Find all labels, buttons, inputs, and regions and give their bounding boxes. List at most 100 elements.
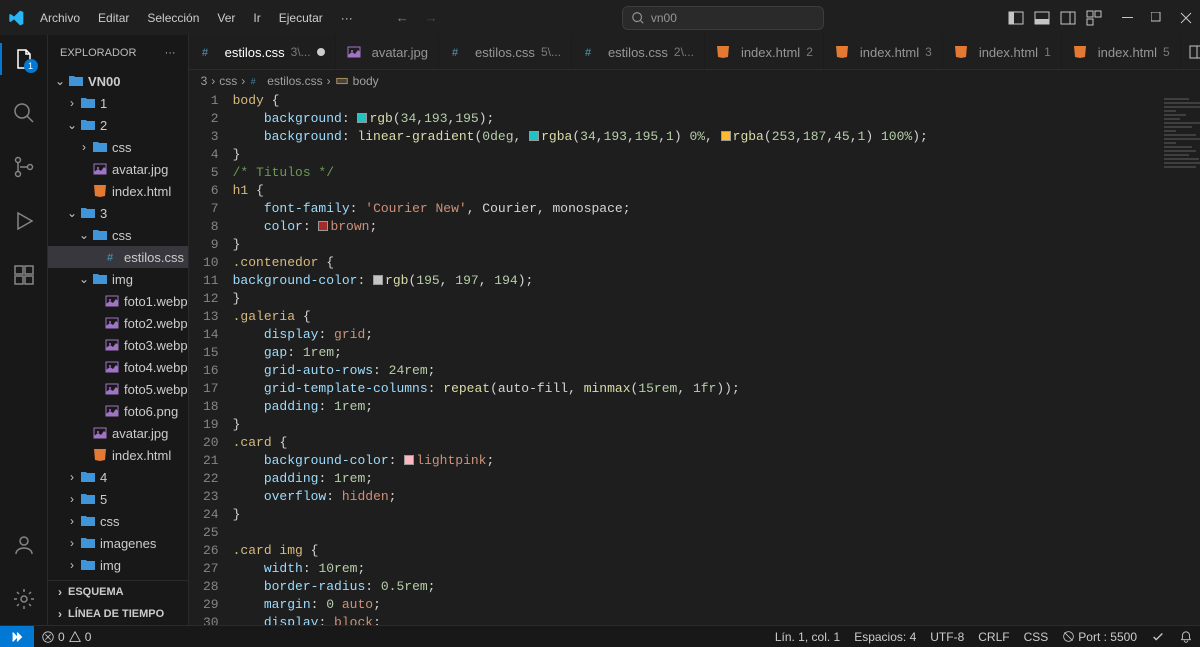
editor-tab[interactable]: #estilos.css5\... [439,35,572,69]
activity-accounts[interactable] [0,529,48,561]
tree-folder[interactable]: ›css [48,136,188,158]
css-icon: # [104,249,120,265]
editor-tab[interactable]: index.html2 [705,35,824,69]
tree-label: foto2.webp [124,316,188,331]
layout-sidebar-right-icon[interactable] [1060,10,1076,26]
tree-folder[interactable]: ⌄css [48,224,188,246]
tree-folder[interactable]: ›4 [48,466,188,488]
chevron-icon: › [64,492,80,506]
code-content[interactable]: body { background: rgb(34,193,195); back… [233,92,1200,625]
tree-label: imagenes [100,536,156,551]
status-language[interactable]: CSS [1017,626,1056,647]
tree-folder[interactable]: ›imagenes [48,532,188,554]
editor-tab[interactable]: #estilos.css2\... [572,35,705,69]
tree-file[interactable]: foto4.webp [48,356,188,378]
status-eol[interactable]: CRLF [971,626,1016,647]
tree-folder[interactable]: ⌄3 [48,202,188,224]
close-icon[interactable] [1180,12,1192,24]
html-icon [834,44,850,60]
split-editor-icon[interactable] [1189,44,1200,60]
tree-folder[interactable]: ›img [48,554,188,576]
status-notifications[interactable] [1172,626,1200,647]
outline-section[interactable]: ›ESQUEMA [48,581,188,603]
tree-file[interactable]: #estilos.css [48,246,188,268]
remote-button[interactable] [0,626,34,647]
tree-file[interactable]: foto5.webp [48,378,188,400]
activity-settings[interactable] [0,583,48,615]
editor-tab[interactable]: #estilos.css3\... [189,35,336,69]
nav-back-icon[interactable]: ← [396,10,409,25]
editor-tab[interactable]: index.html3 [824,35,943,69]
svg-text:#: # [585,47,592,59]
tree-label: img [112,272,133,287]
menu-item[interactable]: Ejecutar [271,7,331,29]
customize-layout-icon[interactable] [1086,10,1102,26]
activity-extensions[interactable] [0,259,48,291]
layout-panel-icon[interactable] [1034,10,1050,26]
chevron-icon: ⌄ [52,74,68,88]
tree-label: css [112,140,132,155]
tree-file[interactable]: foto3.webp [48,334,188,356]
warning-icon [68,630,82,644]
svg-text:#: # [452,47,459,59]
file-tree: ⌄VN00›1⌄2›cssavatar.jpgindex.html⌄3⌄css#… [48,70,188,580]
symbol-icon [335,74,349,88]
tree-label: css [112,228,132,243]
folder-icon [80,117,96,133]
folder-icon [80,491,96,507]
outline-section[interactable]: ›LÍNEA DE TIEMPO [48,603,188,625]
maximize-icon[interactable] [1151,12,1162,23]
tree-file[interactable]: foto6.png [48,400,188,422]
status-live-server[interactable]: Port : 5500 [1055,626,1144,647]
tree-folder[interactable]: ⌄img [48,268,188,290]
menu-item[interactable]: Editar [90,7,137,29]
tree-file[interactable]: avatar.jpg [48,158,188,180]
css-icon: # [199,44,215,60]
tree-file[interactable]: foto2.webp [48,312,188,334]
breadcrumb[interactable]: 3› css› # estilos.css› body [189,70,1200,92]
editor-tab[interactable]: index.html5 [1062,35,1181,69]
menu-item[interactable]: Archivo [32,7,88,29]
minimize-icon[interactable] [1122,12,1133,23]
tree-folder[interactable]: ⌄VN00 [48,70,188,92]
status-indentation[interactable]: Espacios: 4 [847,626,923,647]
menu-item[interactable]: ··· [333,7,361,29]
status-encoding[interactable]: UTF-8 [923,626,971,647]
nav-forward-icon[interactable]: → [425,10,438,25]
html-icon [953,44,969,60]
tree-file[interactable]: index.html [48,180,188,202]
activity-explorer[interactable]: 1 [0,43,48,75]
sidebar-more-icon[interactable]: ··· [165,47,176,59]
command-center-search[interactable]: vn00 [622,6,824,30]
chevron-icon: › [64,470,80,484]
tree-folder[interactable]: ›5 [48,488,188,510]
activity-search[interactable] [0,97,48,129]
menu-item[interactable]: Ir [245,7,268,29]
activity-run-debug[interactable] [0,205,48,237]
activity-source-control[interactable] [0,151,48,183]
tree-file[interactable]: index.html [48,444,188,466]
menu-item[interactable]: Selección [139,7,207,29]
line-numbers: 1234567891011121314151617181920212223242… [189,92,233,625]
tree-folder[interactable]: ›1 [48,92,188,114]
status-problems[interactable]: 0 0 [34,626,98,647]
menu-item[interactable]: Ver [209,7,243,29]
minimap[interactable] [1156,92,1200,192]
tree-folder[interactable]: ⌄2 [48,114,188,136]
editor-tab[interactable]: index.html1 [943,35,1062,69]
html-icon [715,44,731,60]
editor-tab[interactable]: avatar.jpg [336,35,439,69]
css-icon: # [449,44,465,60]
vscode-icon [8,10,24,26]
img-icon [92,425,108,441]
status-prettier[interactable] [1144,626,1172,647]
tree-file[interactable]: foto1.webp [48,290,188,312]
tree-label: css [100,514,120,529]
search-icon [631,11,645,25]
img-icon [92,161,108,177]
status-cursor-position[interactable]: Lín. 1, col. 1 [768,626,847,647]
layout-sidebar-left-icon[interactable] [1008,10,1024,26]
tree-folder[interactable]: ›css [48,510,188,532]
tree-file[interactable]: avatar.jpg [48,422,188,444]
tree-label: 5 [100,492,107,507]
